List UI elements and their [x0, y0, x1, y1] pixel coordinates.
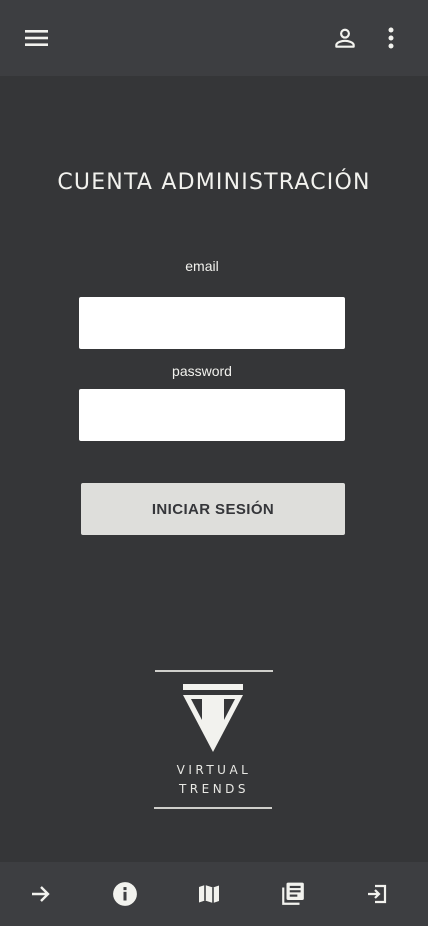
account-button[interactable] — [328, 22, 362, 54]
logo-divider-bottom — [154, 807, 272, 809]
more-vert-icon — [388, 27, 394, 49]
password-label: password — [172, 363, 232, 379]
nav-info-button[interactable] — [108, 874, 142, 914]
nav-map-button[interactable] — [192, 874, 226, 914]
email-label: email — [185, 258, 219, 274]
info-icon — [113, 882, 137, 906]
nav-forward-button[interactable] — [24, 874, 58, 914]
logo-emblem-icon — [183, 684, 243, 752]
logo-text-line1: VIRTUAL — [176, 763, 252, 777]
password-field[interactable] — [79, 389, 345, 441]
library-books-icon — [282, 882, 304, 905]
login-button[interactable]: INICIAR SESIÓN — [81, 483, 345, 535]
more-options-button[interactable] — [378, 22, 404, 54]
menu-button[interactable] — [20, 22, 54, 54]
logo-divider-top — [155, 670, 273, 672]
bottom-navigation — [0, 862, 428, 926]
logo-text-line2: TRENDS — [178, 782, 250, 796]
exit-icon — [368, 884, 387, 904]
nav-exit-button[interactable] — [360, 874, 394, 914]
app-root: CUENTA ADMINISTRACIÓN email password INI… — [0, 0, 428, 926]
arrow-forward-icon — [32, 886, 50, 902]
top-app-bar — [0, 0, 428, 76]
map-icon — [199, 885, 219, 903]
page-title: CUENTA ADMINISTRACIÓN — [57, 170, 371, 195]
account-icon — [335, 28, 355, 48]
menu-icon — [25, 30, 48, 46]
nav-library-button[interactable] — [276, 874, 310, 914]
email-field[interactable] — [79, 297, 345, 349]
